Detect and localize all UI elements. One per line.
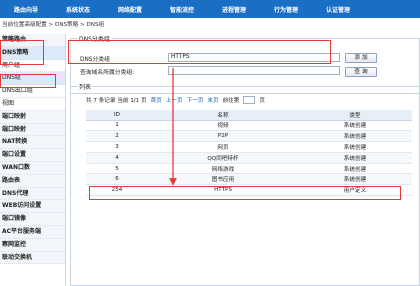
- cell-name: 网络游戏: [148, 163, 298, 175]
- nav-tab-6[interactable]: 认证管理: [312, 5, 364, 14]
- cell-id: 3: [86, 141, 148, 153]
- cell-name: HTTPS: [148, 184, 298, 197]
- cell-name: 网页: [148, 141, 298, 153]
- sidebar-item-0[interactable]: 策略路由: [0, 34, 65, 47]
- cell-name: 图书应用: [148, 173, 298, 186]
- nav-tab-0[interactable]: 路由向导: [0, 5, 52, 14]
- cell-name: QQ同吧特杆: [148, 152, 298, 164]
- pager-first-link[interactable]: 首页: [151, 96, 162, 104]
- sidebar-item-11[interactable]: 路由表: [0, 174, 65, 188]
- sidebar-item-5[interactable]: 视图: [0, 98, 65, 111]
- nav-tab-1[interactable]: 系统状态: [52, 5, 104, 14]
- sidebar-item-13[interactable]: WEB访问设置: [0, 200, 65, 214]
- sidebar-item-6[interactable]: 端口映射: [0, 110, 65, 124]
- table-row[interactable]: 254 HTTPS 用户定义: [86, 184, 412, 197]
- page-number-input[interactable]: [243, 96, 256, 104]
- pager-goto-label: 前往第: [222, 98, 240, 104]
- cell-name: P2P: [148, 130, 298, 143]
- pager-next-link[interactable]: 下一页: [187, 96, 204, 104]
- cell-type: 用户定义: [298, 184, 412, 197]
- pager-summary: 共 7 条记录 当前 1/1 页: [86, 98, 147, 104]
- breadcrumb-label: 当前位置: [2, 22, 25, 28]
- pager-last-link[interactable]: 末页: [207, 96, 218, 104]
- cell-id: 4: [86, 152, 148, 164]
- dns-group-table: ID 名称 类型 1 视频 系统创建 2 P2P 系统创建 3 网页 系统创建 4 QQ同吧特杆 系统…: [86, 110, 412, 197]
- table-row[interactable]: 3 网页 系统创建: [86, 141, 412, 153]
- cell-id: 6: [86, 173, 148, 186]
- column-header-type: 类型: [298, 110, 412, 121]
- nav-tab-2[interactable]: 网络配置: [104, 5, 156, 14]
- dns-group-name-label: DNS分类组: [80, 57, 110, 63]
- nav-tab-5[interactable]: 行为管理: [260, 5, 312, 14]
- column-header-name: 名称: [148, 110, 298, 121]
- sidebar: 策略路由 DNS策略 用户组 DNS组 DNS出口组 视图 端口映射 端口映射 NAT转换 端口设…: [0, 34, 66, 286]
- table-row[interactable]: 5 网络游戏 系统创建: [86, 163, 412, 175]
- dns-group-legend: DNS分类组: [79, 36, 110, 43]
- table-row[interactable]: 4 QQ同吧特杆 系统创建: [86, 152, 412, 164]
- dns-group-name-input[interactable]: HTTPS: [168, 53, 340, 62]
- table-header-row: ID 名称 类型: [86, 110, 412, 121]
- table-row[interactable]: 1 视频 系统创建: [86, 120, 412, 132]
- cell-type: 系统创建: [298, 141, 412, 153]
- sidebar-item-3[interactable]: DNS组: [0, 72, 65, 86]
- sidebar-item-9[interactable]: 端口设置: [0, 149, 65, 162]
- column-header-id: ID: [86, 110, 148, 121]
- main-content: DNS分类组 DNS分类组 HTTPS 添 加 查询域名所属分类组: 查 询 列…: [70, 34, 420, 286]
- sidebar-item-1[interactable]: DNS策略: [0, 46, 65, 60]
- sidebar-item-10[interactable]: WAN口数: [0, 161, 65, 175]
- cell-id: 1: [86, 120, 148, 132]
- pager-prev-link[interactable]: 上一页: [166, 96, 183, 104]
- cell-type: 系统创建: [298, 130, 412, 143]
- query-domain-input[interactable]: [168, 66, 340, 75]
- pager-page-unit: 页: [259, 98, 266, 104]
- cell-type: 系统创建: [298, 152, 412, 164]
- add-button[interactable]: 添 加: [345, 53, 377, 63]
- top-navigation: 路由向导 系统状态 网络配置 智能流控 进程管理 行为管理 认证管理: [0, 0, 420, 18]
- cell-type: 系统创建: [298, 120, 412, 132]
- cell-id: 254: [86, 184, 148, 197]
- cell-name: 视频: [148, 120, 298, 132]
- sidebar-item-2[interactable]: 用户组: [0, 60, 65, 73]
- sidebar-item-4[interactable]: DNS出口组: [0, 85, 65, 98]
- cell-type: 系统创建: [298, 163, 412, 175]
- list-legend: 列表: [79, 84, 92, 91]
- table-row[interactable]: 6 图书应用 系统创建: [86, 173, 412, 186]
- nav-tab-4[interactable]: 进程管理: [208, 5, 260, 14]
- breadcrumb: 当前位置 高级配置 > DNS策略 > DNS组: [0, 20, 420, 31]
- sidebar-item-7[interactable]: 端口映射: [0, 123, 65, 137]
- nav-tab-3[interactable]: 智能流控: [156, 5, 208, 14]
- query-domain-label: 查询域名所属分类组:: [80, 70, 135, 76]
- cell-id: 5: [86, 163, 148, 175]
- cell-type: 系统创建: [298, 173, 412, 186]
- sidebar-item-12[interactable]: DNS代理: [0, 187, 65, 201]
- table-row[interactable]: 2 P2P 系统创建: [86, 130, 412, 143]
- sidebar-item-8[interactable]: NAT转换: [0, 136, 65, 150]
- pager: 共 7 条记录 当前 1/1 页 首页 上一页 下一页 末页 前往第 页: [86, 96, 265, 104]
- cell-id: 2: [86, 130, 148, 143]
- sidebar-item-14[interactable]: 端口镜像: [0, 213, 65, 226]
- query-button[interactable]: 查 询: [345, 67, 377, 77]
- breadcrumb-path: 高级配置 > DNS策略 > DNS组: [24, 22, 105, 28]
- sidebar-item-15[interactable]: AC平台服务端: [0, 225, 65, 239]
- sidebar-item-16[interactable]: 察网监控: [0, 238, 65, 252]
- sidebar-item-17[interactable]: 联动交换机: [0, 251, 65, 265]
